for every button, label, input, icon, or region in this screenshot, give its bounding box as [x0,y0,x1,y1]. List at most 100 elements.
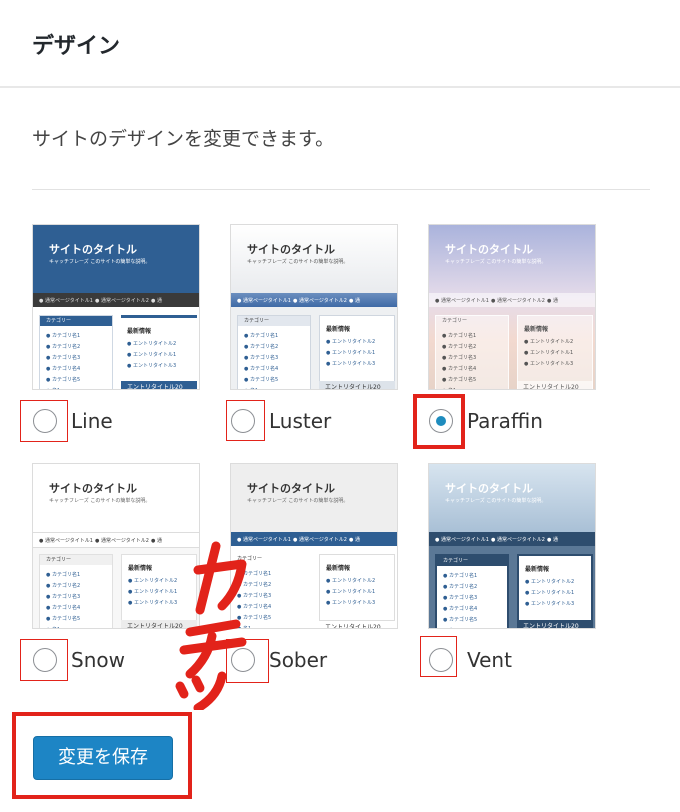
preview-site-title: サイトのタイトル [445,482,533,495]
preview-category-item: ● カテゴリ名3 [443,595,478,601]
preview-footer-entry: エントリタイトル20 [517,620,593,628]
preview-category-item: ● 名1 [46,626,60,628]
preview-category-item: ● カテゴリ名3 [442,355,477,361]
preview-nav-item: ● 通常ページタイトル1 [237,298,291,304]
preview-catchphrase: キャッチフレーズ このサイトの簡単な説明。 [445,498,547,504]
preview-nav-item: ● 通常ページタイトル2 [491,298,545,304]
preview-catchphrase: キャッチフレーズ このサイトの簡単な説明。 [49,498,151,504]
preview-footer-entry: エントリタイトル20 [121,381,197,389]
preview-category-item: ● カテゴリ名2 [46,583,81,589]
preview-site-title: サイトのタイトル [445,243,533,256]
preview-entry-item: ● エントリタイトル1 [326,589,376,595]
preview-entry-item: ● エントリタイトル2 [326,339,376,345]
preview-entry-item: ● エントリタイトル1 [127,352,177,358]
preview-category-item: ● カテゴリ名1 [442,333,477,339]
page-header: デザイン [0,0,680,88]
preview-category-item: ● カテゴリ名5 [443,617,478,623]
preview-site-title: サイトのタイトル [247,243,335,256]
preview-sidebar: カテゴリー ● カテゴリ名1 ● カテゴリ名2 ● カテゴリ名3 ● カテゴリ名4 ● カ… [435,315,509,389]
preview-nav-item: ● 通 [547,537,558,543]
preview-main: 最新情報 ● エントリタイトル2 ● エントリタイトル1 ● エントリタイトル3 [319,554,395,628]
preview-category-item: ● カテゴリ名4 [46,605,81,611]
preview-category-item: ● カテゴリ名1 [46,333,81,339]
preview-category-item: ● カテゴリ名5 [442,377,477,383]
preview-category-head: カテゴリー [442,318,468,324]
option-label-snow[interactable]: Snow [71,648,125,672]
preview-category-item: ● カテゴリ名2 [443,584,478,590]
preview-entry-item: ● エントリタイトル2 [525,579,575,585]
preview-nav-item: ● 通常ページタイトル1 [435,537,489,543]
design-preview-luster[interactable]: サイトのタイトル キャッチフレーズ このサイトの簡単な説明。 ● 通常ページタイトル… [230,224,398,390]
highlight-box-selected [413,394,465,449]
preview-header: サイトのタイトルキャッチフレーズ このサイトの簡単な説明。 [429,464,595,532]
page-title: デザイン [32,34,121,59]
option-label-paraffin[interactable]: Paraffin [467,409,543,433]
preview-entry-item: ● エントリタイトル1 [524,350,574,356]
design-preview-paraffin[interactable]: サイトのタイトル キャッチフレーズ このサイトの簡単な説明。 ● 通常ページタイトル… [428,224,596,390]
preview-nav-item: ● 通常ページタイトル1 [435,298,489,304]
option-label-sober[interactable]: Sober [269,648,327,672]
preview-nav-item: ● 通常ページタイトル2 [95,538,149,544]
preview-entry-item: ● エントリタイトル3 [127,363,177,369]
preview-footer-entry: エントリタイトル20 [319,381,395,389]
preview-sidebar: カテゴリー ● カテゴリ名1 ● カテゴリ名2 ● カテゴリ名3 ● カテゴリ名4 ● カ… [39,554,113,628]
preview-nav-item: ● 通常ページタイトル1 [39,298,93,304]
preview-nav-item: ● 通常ページタイトル2 [293,298,347,304]
preview-main: 最新情報 ● エントリタイトル2 ● エントリタイトル1 ● エントリタイトル3 [517,315,593,389]
preview-nav: ● 通常ページタイトル1 ● 通常ページタイトル2 ● 通 [33,293,199,307]
preview-category-item: ● カテゴリ名5 [46,377,81,383]
preview-category-item: ● カテゴリ名1 [443,573,478,579]
preview-category-item: ● カテゴリ名2 [442,344,477,350]
preview-category-item: ● カテゴリ名3 [244,355,279,361]
preview-category-item: ● カテゴリ名3 [46,594,81,600]
preview-catchphrase: キャッチフレーズ このサイトの簡単な説明。 [49,259,151,265]
preview-entry-item: ● エントリタイトル2 [326,578,376,584]
design-preview-vent[interactable]: サイトのタイトルキャッチフレーズ このサイトの簡単な説明。 ● 通常ページタイトル… [428,463,596,629]
preview-category-item: ● 名1 [46,387,60,389]
preview-latest-head: 最新情報 [127,328,152,335]
preview-entry-item: ● エントリタイトル1 [525,590,575,596]
preview-category-head: カテゴリー [40,316,112,326]
preview-nav: ● 通常ページタイトル1 ● 通常ページタイトル2 ● 通 [429,293,595,307]
preview-entry-item: ● エントリタイトル1 [326,350,376,356]
preview-latest-head: 最新情報 [128,565,153,572]
preview-nav-item: ● 通常ページタイトル1 [39,538,93,544]
preview-header: サイトのタイトル キャッチフレーズ このサイトの簡単な説明。 [231,225,397,293]
preview-category-item: ● カテゴリ名5 [244,377,279,383]
preview-category-item: ● カテゴリ名4 [244,366,279,372]
highlight-box [20,639,68,681]
preview-category-item: ● カテゴリ名2 [244,344,279,350]
click-sound-annotation [175,541,247,710]
preview-footer-entry: エントリタイトル20 [319,620,395,628]
preview-nav-item: ● 通 [151,298,162,304]
preview-nav-item: ● 通常ページタイトル2 [95,298,149,304]
preview-latest-head: 最新情報 [326,326,351,333]
preview-category-item: ● カテゴリ名3 [46,355,81,361]
preview-category-item: ● 名1 [443,627,457,628]
preview-entry-item: ● エントリタイトル3 [524,361,574,367]
preview-category-item: ● 名1 [442,387,456,389]
preview-footer-entry: エントリタイトル20 [517,381,593,389]
preview-header: サイトのタイトル キャッチフレーズ このサイトの簡単な説明。 [231,464,397,532]
preview-entry-item: ● エントリタイトル2 [127,341,177,347]
preview-nav-item: ● 通 [547,298,558,304]
highlight-box [226,400,265,441]
preview-latest-head: 最新情報 [326,565,351,572]
preview-category-item: ● カテゴリ名2 [46,344,81,350]
highlight-box-save [12,712,192,799]
preview-entry-item: ● エントリタイトル3 [326,361,376,367]
preview-site-title: サイトのタイトル [49,482,137,495]
option-label-vent[interactable]: Vent [467,648,512,672]
preview-site-title: サイトのタイトル [49,243,137,256]
preview-category-head: カテゴリー [437,556,507,566]
design-preview-line[interactable]: サイトのタイトルキャッチフレーズ このサイトの簡単な説明。 ● 通常ページタイトル… [32,224,200,390]
preview-header: サイトのタイトルキャッチフレーズ このサイトの簡単な説明。 [33,464,199,532]
preview-sidebar: カテゴリー ● カテゴリ名1 ● カテゴリ名2 ● カテゴリ名3 ● カテゴリ名4 ● カ… [237,315,311,389]
highlight-box [420,636,457,677]
preview-nav: ● 通常ページタイトル1 ● 通常ページタイトル2 ● 通 [231,293,397,307]
preview-latest-head: 最新情報 [524,326,549,333]
option-label-luster[interactable]: Luster [269,409,331,433]
option-label-line[interactable]: Line [71,409,113,433]
preview-main: 最新情報 ● エントリタイトル2 ● エントリタイトル1 ● エントリタイトル3 [517,554,593,628]
preview-category-head: カテゴリー [40,555,112,565]
